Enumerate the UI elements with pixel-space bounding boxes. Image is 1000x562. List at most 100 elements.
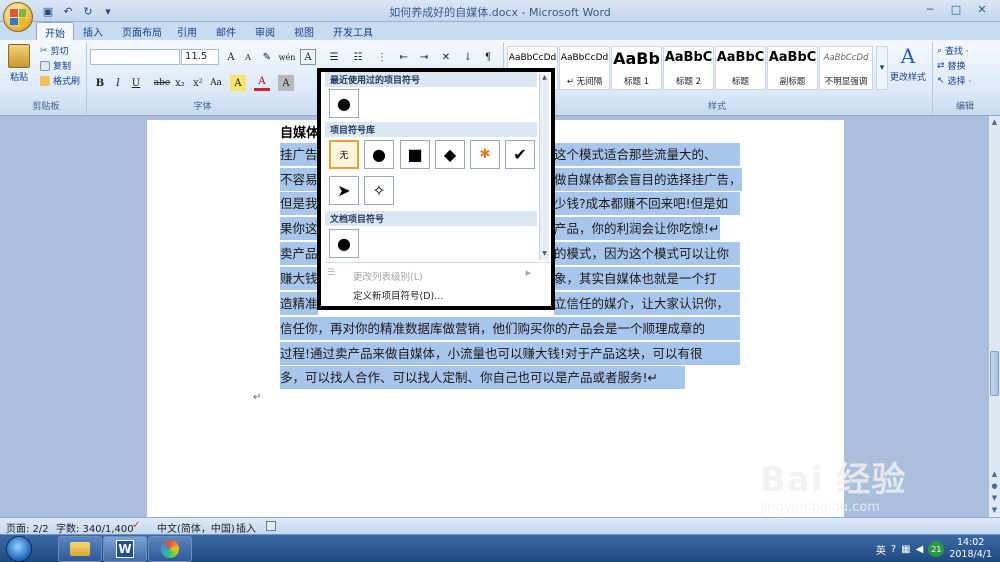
multilevel-list-button[interactable]: ⋮ bbox=[374, 49, 390, 65]
phonetic-icon[interactable]: wén bbox=[279, 49, 296, 65]
style-subtitle[interactable]: AaBbC 副标题 bbox=[767, 46, 818, 90]
document-bullet-dot[interactable]: ● bbox=[329, 229, 359, 258]
change-list-level-item[interactable]: 更改列表级别(L) ▶ bbox=[325, 266, 537, 284]
replace-button[interactable]: ⇄ 替换 bbox=[937, 59, 966, 73]
vertical-scrollbar[interactable]: ▲ ▲ ● ▼ ▼ bbox=[988, 116, 1000, 517]
font-color-button[interactable]: A bbox=[254, 75, 270, 91]
explorer-taskbar-button[interactable] bbox=[58, 536, 102, 562]
paint-icon bbox=[161, 540, 179, 558]
tab-references[interactable]: 引用 bbox=[169, 22, 205, 40]
next-page-icon[interactable]: ▼ bbox=[989, 492, 1000, 504]
bullet-colored-star[interactable]: ✱ bbox=[470, 140, 500, 169]
tab-insert[interactable]: 插入 bbox=[75, 22, 111, 40]
doc-line: 但是我 bbox=[280, 192, 318, 215]
bullets-button[interactable]: ☰ bbox=[326, 49, 342, 65]
replace-icon: ⇄ bbox=[937, 60, 945, 71]
grow-font-icon[interactable]: A bbox=[223, 49, 239, 65]
word-taskbar-button[interactable]: W bbox=[103, 536, 147, 562]
char-shading-button[interactable]: A bbox=[278, 75, 294, 91]
insert-mode[interactable]: 插入 bbox=[236, 520, 256, 535]
numbering-button[interactable]: ☷ bbox=[350, 49, 366, 65]
brush-icon bbox=[40, 75, 50, 86]
change-case-button[interactable]: Aa bbox=[208, 75, 224, 91]
tab-review[interactable]: 审阅 bbox=[247, 22, 283, 40]
bold-button[interactable]: B bbox=[92, 75, 108, 91]
tab-page-layout[interactable]: 页面布局 bbox=[114, 22, 170, 40]
bullet-arrow[interactable]: ➤ bbox=[329, 176, 359, 205]
bullet-checkmark[interactable]: ✔ bbox=[505, 140, 535, 169]
style-no-spacing[interactable]: AaBbCcDd ↵ 无间隔 bbox=[559, 46, 610, 90]
cut-button[interactable]: ✂ 剪切 bbox=[40, 44, 69, 58]
increase-indent-icon[interactable]: ⇥ bbox=[416, 49, 432, 65]
minimize-icon[interactable]: ─ bbox=[918, 1, 942, 18]
change-styles-button[interactable]: A 更改样式 bbox=[890, 44, 926, 83]
clear-format-icon[interactable]: ✎ bbox=[259, 49, 275, 65]
tab-home[interactable]: 开始 bbox=[36, 22, 74, 40]
paint-taskbar-button[interactable] bbox=[148, 536, 192, 562]
styles-scroll-icon[interactable]: ▾ bbox=[876, 46, 888, 90]
scroll-up-icon[interactable]: ▲ bbox=[989, 116, 1000, 128]
style-title[interactable]: AaBbC 标题 bbox=[715, 46, 766, 90]
group-separator bbox=[932, 42, 933, 114]
doc-line: 赚大钱 bbox=[280, 267, 318, 290]
system-clock[interactable]: 14:02 2018/4/1 bbox=[949, 537, 992, 561]
browse-object-icon[interactable]: ● bbox=[989, 480, 1000, 492]
char-border-icon[interactable]: A bbox=[300, 49, 316, 65]
subscript-button[interactable]: x₂ bbox=[172, 75, 188, 91]
network-icon[interactable]: ▦ bbox=[901, 544, 910, 555]
format-painter-button[interactable]: 格式刷 bbox=[40, 74, 80, 87]
bullet-diamond[interactable]: ◆ bbox=[435, 140, 465, 169]
baidu-watermark-url: jingyan.baidu.com bbox=[760, 500, 880, 515]
close-icon[interactable]: ✕ bbox=[970, 1, 994, 18]
ime-indicator[interactable]: 英 bbox=[876, 542, 886, 557]
find-button[interactable]: ⌕ 查找 · bbox=[937, 44, 969, 58]
tab-view[interactable]: 视图 bbox=[286, 22, 322, 40]
office-button[interactable] bbox=[3, 2, 33, 32]
chinese-layout-icon[interactable]: ✕ bbox=[438, 49, 454, 65]
macro-recorder-icon[interactable] bbox=[266, 521, 276, 531]
volume-icon[interactable]: ◀ bbox=[916, 544, 924, 555]
proofing-icon[interactable]: ✓ bbox=[132, 520, 140, 531]
start-button[interactable] bbox=[6, 536, 32, 562]
italic-button[interactable]: I bbox=[110, 75, 126, 91]
recent-bullet-dot[interactable]: ● bbox=[329, 89, 359, 118]
maximize-icon[interactable]: □ bbox=[944, 1, 968, 18]
scroll-thumb[interactable] bbox=[990, 351, 999, 396]
dropdown-scrollbar[interactable]: ▲ ▼ bbox=[539, 74, 549, 260]
select-button[interactable]: ↖ 选择 · bbox=[937, 74, 971, 88]
tab-developer[interactable]: 开发工具 bbox=[325, 22, 381, 40]
page-count[interactable]: 页面: 2/2 bbox=[6, 520, 49, 535]
tray-badge[interactable]: 21 bbox=[928, 541, 945, 557]
font-name-combo[interactable] bbox=[90, 49, 180, 65]
cursor-icon: ↖ bbox=[937, 75, 945, 86]
sort-icon[interactable]: ↓ bbox=[460, 49, 476, 65]
style-heading-2[interactable]: AaBbC 标题 2 bbox=[663, 46, 714, 90]
dd-scroll-up-icon[interactable]: ▲ bbox=[540, 74, 549, 81]
language-status[interactable]: 中文(简体，中国) bbox=[157, 520, 235, 535]
tab-mailings[interactable]: 邮件 bbox=[208, 22, 244, 40]
bullet-dot[interactable]: ● bbox=[364, 140, 394, 169]
doc-line: 信任你，再对你的精准数据库做营销，他们购买你的产品会是一个顺理成章的 bbox=[280, 317, 740, 340]
superscript-button[interactable]: x² bbox=[190, 75, 206, 91]
paste-button[interactable]: 粘贴 bbox=[8, 44, 30, 83]
underline-button[interactable]: U bbox=[128, 75, 144, 91]
define-new-bullet-item[interactable]: 定义新项目符号(D)... bbox=[325, 285, 537, 303]
word-count[interactable]: 字数: 340/1,400 bbox=[56, 520, 134, 535]
shrink-font-icon[interactable]: A bbox=[240, 49, 256, 65]
style-heading-1[interactable]: AaBb 标题 1 bbox=[611, 46, 662, 90]
bullet-four-point-star[interactable]: ✧ bbox=[364, 176, 394, 205]
strikethrough-button[interactable]: abe bbox=[152, 75, 172, 91]
highlight-button[interactable]: A bbox=[230, 75, 246, 91]
decrease-indent-icon[interactable]: ⇤ bbox=[396, 49, 412, 65]
show-marks-icon[interactable]: ¶ bbox=[480, 49, 496, 65]
scissors-icon: ✂ bbox=[40, 45, 48, 56]
font-size-combo[interactable]: 11.5 bbox=[181, 49, 219, 65]
scroll-down-icon[interactable]: ▼ bbox=[989, 504, 1000, 516]
style-subtle-emphasis[interactable]: AaBbCcDd 不明显强调 bbox=[819, 46, 873, 90]
bullet-none[interactable]: 无 bbox=[329, 140, 359, 169]
bullet-square[interactable]: ■ bbox=[400, 140, 430, 169]
copy-button[interactable]: 复制 bbox=[40, 59, 71, 72]
dd-scroll-down-icon[interactable]: ▼ bbox=[540, 250, 549, 257]
help-icon[interactable]: ? bbox=[891, 544, 896, 555]
prev-page-icon[interactable]: ▲ bbox=[989, 468, 1000, 480]
